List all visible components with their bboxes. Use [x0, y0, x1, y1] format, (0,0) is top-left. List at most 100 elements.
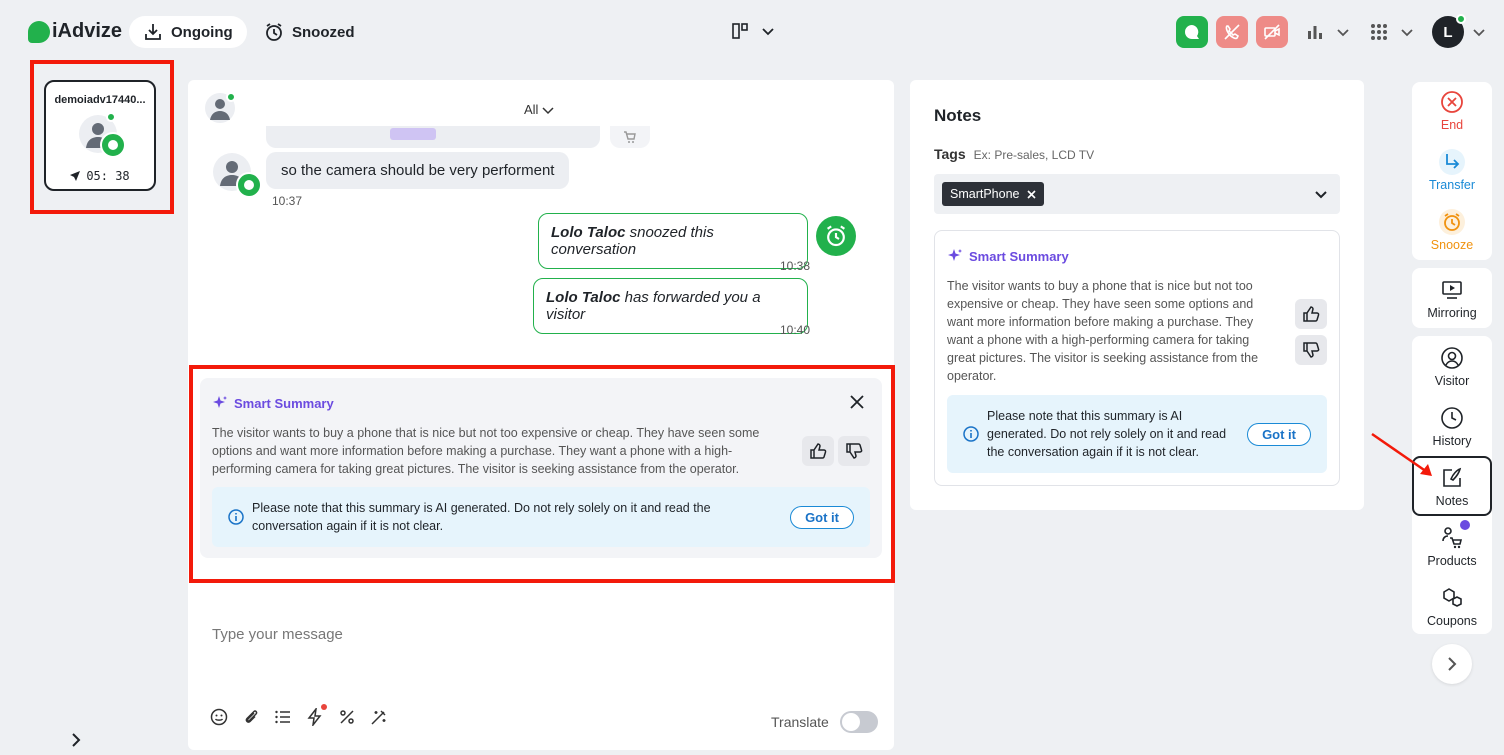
- rail-expand-button[interactable]: [1432, 644, 1472, 684]
- chevron-down-icon: [762, 28, 774, 36]
- notification-dot: [1460, 520, 1470, 530]
- smart-summary-text: The visitor wants to buy a phone that is…: [212, 426, 760, 476]
- end-conversation-button[interactable]: End: [1412, 88, 1492, 132]
- stats-icon: [1308, 26, 1322, 39]
- conversation-card[interactable]: demoiadv17440... 05: 38: [44, 80, 156, 191]
- video-off-icon: [1264, 24, 1280, 40]
- smart-summary-text: The visitor wants to buy a phone that is…: [947, 279, 1259, 383]
- thumbs-down-button[interactable]: [1295, 335, 1327, 365]
- phone-off-icon: [1224, 24, 1240, 40]
- logo-icon: [28, 20, 50, 43]
- chevron-right-icon[interactable]: [68, 732, 84, 748]
- stats-menu[interactable]: [1306, 23, 1350, 41]
- tags-select[interactable]: SmartPhone: [934, 174, 1340, 214]
- annotation-arrow: [1371, 432, 1432, 476]
- chat-availability-button[interactable]: [1176, 16, 1208, 48]
- got-it-button[interactable]: Got it: [1247, 422, 1311, 446]
- translate-toggle[interactable]: [840, 711, 878, 733]
- visitor-panel-button[interactable]: Visitor: [1412, 344, 1492, 388]
- sparkle-icon: [213, 396, 227, 408]
- alarm-icon: [266, 23, 282, 41]
- percent-icon: [340, 710, 354, 724]
- thumbs-up-icon: [810, 443, 827, 459]
- smart-summary-title-text: Smart Summary: [969, 248, 1069, 264]
- previous-message-bubble: [266, 126, 600, 148]
- snooze-event-badge: [816, 216, 856, 256]
- coupons-panel-button[interactable]: Coupons: [1412, 584, 1492, 628]
- chevron-down-icon: [542, 106, 554, 114]
- tab-snoozed[interactable]: Snoozed: [250, 16, 369, 48]
- notes-smart-summary: Smart Summary The visitor wants to buy a…: [934, 230, 1340, 486]
- message-filter-label: All: [524, 102, 539, 117]
- cart-chip: [610, 126, 650, 148]
- layout-switcher[interactable]: [731, 21, 775, 41]
- canned-list-button[interactable]: [274, 708, 292, 726]
- chevron-right-icon: [1448, 657, 1457, 671]
- brand-logo: iAdvize: [28, 20, 122, 43]
- product-link-chip: [390, 128, 436, 140]
- tag-chip-label: SmartPhone: [950, 187, 1020, 201]
- info-icon: [963, 426, 979, 442]
- thumbs-down-button[interactable]: [838, 436, 870, 466]
- close-circle-icon: [1441, 91, 1463, 113]
- ai-assist-button[interactable]: [370, 708, 388, 726]
- video-availability-button[interactable]: [1256, 16, 1288, 48]
- remove-tag-icon[interactable]: [1027, 189, 1037, 199]
- thumbs-up-icon: [1303, 306, 1320, 322]
- emoji-button[interactable]: [210, 708, 228, 726]
- attachment-button[interactable]: [242, 708, 260, 726]
- emoji-icon: [210, 708, 228, 726]
- apps-grid-icon: [1371, 24, 1387, 40]
- discount-button[interactable]: [338, 708, 356, 726]
- list-icon: [275, 710, 290, 724]
- call-availability-button[interactable]: [1216, 16, 1248, 48]
- user-circle-icon: [1441, 347, 1463, 369]
- smart-summary-title-text: Smart Summary: [234, 395, 334, 411]
- thumbs-up-button[interactable]: [802, 436, 834, 466]
- transfer-button[interactable]: Transfer: [1412, 148, 1492, 192]
- notification-dot: [321, 704, 327, 710]
- user-initial: L: [1443, 23, 1453, 41]
- user-avatar[interactable]: L: [1432, 14, 1466, 48]
- send-icon: [70, 171, 81, 181]
- rail-group-mirroring: Mirroring: [1412, 268, 1492, 328]
- chevron-down-icon[interactable]: [1472, 25, 1486, 39]
- clock-icon: [1441, 407, 1463, 429]
- lightning-icon: [307, 708, 322, 726]
- thumbs-down-icon: [846, 443, 863, 459]
- chevron-down-icon: [1401, 29, 1413, 37]
- thumbs-up-button[interactable]: [1295, 299, 1327, 329]
- chat-channel-icon: [236, 172, 262, 198]
- tab-snoozed-label: Snoozed: [292, 23, 355, 41]
- chat-smart-summary: Smart Summary The visitor wants to buy a…: [200, 378, 882, 558]
- coupon-boxes-icon: [1443, 588, 1462, 607]
- mirroring-button[interactable]: Mirroring: [1412, 276, 1492, 320]
- snooze-button[interactable]: Snooze: [1412, 208, 1492, 252]
- chevron-down-icon: [1315, 191, 1327, 199]
- online-status-dot: [106, 112, 116, 122]
- cart-icon: [624, 131, 636, 143]
- shortcuts-button[interactable]: [306, 704, 327, 726]
- conversation-timer-value: 05: 38: [86, 169, 130, 183]
- tab-ongoing[interactable]: Ongoing: [129, 16, 247, 48]
- notes-title: Notes: [934, 106, 982, 125]
- chevron-down-icon: [1337, 29, 1349, 37]
- conversation-timer: 05: 38: [46, 169, 154, 183]
- inbox-icon: [145, 24, 161, 40]
- smart-summary-title: Smart Summary: [212, 395, 334, 411]
- smart-summary-title: Smart Summary: [947, 248, 1069, 264]
- tags-label: Tags: [934, 146, 966, 162]
- visitor-avatar: [78, 112, 126, 158]
- brand-name: iAdvize: [52, 20, 123, 42]
- products-panel-button[interactable]: Products: [1412, 520, 1492, 568]
- apps-menu[interactable]: [1370, 23, 1414, 41]
- got-it-button[interactable]: Got it: [790, 505, 854, 529]
- message-input[interactable]: Type your message: [212, 626, 343, 643]
- cart-user-icon: [1442, 527, 1463, 549]
- message-filter-dropdown[interactable]: All: [524, 102, 554, 117]
- close-icon[interactable]: [850, 395, 864, 409]
- event-message-bubble: Lolo Taloc snoozed this conversation: [538, 213, 808, 269]
- alarm-icon: [1439, 209, 1465, 235]
- mirroring-label: Mirroring: [1427, 306, 1477, 320]
- thumbs-down-icon: [1303, 342, 1320, 358]
